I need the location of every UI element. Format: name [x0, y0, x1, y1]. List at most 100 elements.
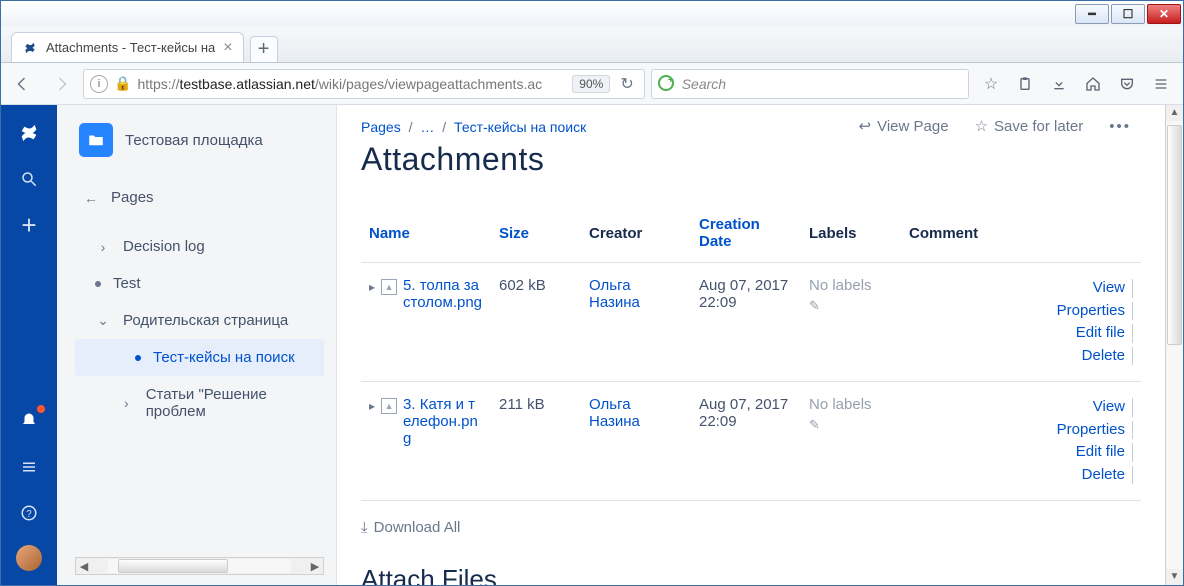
tree-item-articles[interactable]: › Статьи "Решение проблем [75, 376, 324, 430]
close-icon[interactable]: × [223, 39, 232, 57]
col-size[interactable]: Size [491, 204, 581, 263]
page-vscrollbar[interactable]: ▲ ▼ [1165, 105, 1183, 585]
attachments-table: Name Size Creator Creation Date Labels C… [361, 204, 1141, 501]
edit-labels-icon[interactable]: ✎ [809, 417, 820, 433]
sidebar: Тестовая площадка ← Pages › Decision log… [57, 105, 337, 585]
search-box[interactable]: + Search [651, 69, 969, 99]
download-icon: ⤓ [361, 519, 368, 536]
dot-icon [95, 281, 101, 287]
tree-item-test[interactable]: Test [75, 265, 324, 302]
tree-item-parent-page[interactable]: ⌄ Родительская страница [75, 302, 324, 339]
col-creator: Creator [581, 204, 691, 263]
no-labels: No labels [809, 277, 872, 294]
svg-text:?: ? [26, 509, 32, 520]
tree-item-decision-log[interactable]: › Decision log [75, 228, 324, 265]
breadcrumb-root[interactable]: Pages [361, 119, 401, 135]
hamburger-menu-icon[interactable] [1145, 69, 1177, 99]
file-link[interactable]: 3. Катя и телефон.png [403, 396, 483, 447]
rail-notifications-icon[interactable] [15, 407, 43, 435]
window-close-button[interactable]: ✕ [1147, 4, 1181, 24]
file-size: 602 kB [491, 263, 581, 382]
image-file-icon: ▲ [381, 279, 397, 295]
star-icon: ☆ [975, 117, 988, 135]
chevron-right-icon: › [119, 395, 134, 411]
url-text: https://testbase.atlassian.net/wiki/page… [137, 76, 566, 92]
page-title: Attachments [361, 141, 1141, 178]
action-properties[interactable]: Properties [909, 419, 1133, 442]
save-for-later-action[interactable]: ☆ Save for later [975, 117, 1084, 135]
pages-nav[interactable]: ← Pages [75, 179, 324, 216]
col-name[interactable]: Name [361, 204, 491, 263]
row-actions: View Properties Edit file Delete [901, 382, 1141, 501]
downloads-icon[interactable] [1043, 69, 1075, 99]
action-edit[interactable]: Edit file [909, 322, 1133, 345]
lock-icon: 🔒 [114, 75, 131, 92]
expand-icon[interactable]: ▸ [369, 396, 375, 413]
confluence-logo-icon[interactable] [15, 119, 43, 147]
image-file-icon: ▲ [381, 398, 397, 414]
clipboard-icon[interactable] [1009, 69, 1041, 99]
chevron-down-icon: ⌄ [95, 312, 111, 329]
browser-tab[interactable]: Attachments - Тест-кейсы на × [11, 32, 244, 62]
col-date[interactable]: Creation Date [691, 204, 801, 263]
attach-files-heading: Attach Files [361, 564, 1141, 585]
col-labels: Labels [801, 204, 901, 263]
file-date: Aug 07, 2017 22:09 [691, 263, 801, 382]
more-actions[interactable]: ••• [1109, 118, 1131, 135]
dot-icon [135, 355, 141, 361]
space-header[interactable]: Тестовая площадка [75, 123, 324, 157]
rail-search-icon[interactable] [15, 165, 43, 193]
download-all[interactable]: ⤓ Download All [361, 519, 1141, 536]
tree-item-test-cases[interactable]: Тест-кейсы на поиск [75, 339, 324, 376]
table-row: ▸ ▲ 3. Катя и телефон.png 211 kB Ольга Н… [361, 382, 1141, 501]
chevron-right-icon: › [95, 239, 111, 255]
breadcrumb-current[interactable]: Тест-кейсы на поиск [454, 119, 586, 135]
zoom-badge[interactable]: 90% [572, 75, 610, 93]
row-actions: View Properties Edit file Delete [901, 263, 1141, 382]
expand-icon[interactable]: ▸ [369, 277, 375, 294]
action-properties[interactable]: Properties [909, 300, 1133, 323]
view-page-action[interactable]: ↩ View Page [859, 117, 949, 135]
window-maximize-button[interactable]: ☐ [1111, 4, 1145, 24]
rail-avatar[interactable] [16, 545, 42, 571]
search-placeholder: Search [682, 76, 726, 92]
action-delete[interactable]: Delete [909, 464, 1133, 487]
confluence-icon [22, 40, 38, 56]
action-view[interactable]: View [909, 396, 1133, 419]
browser-tabstrip: Attachments - Тест-кейсы на × + [1, 27, 1183, 63]
space-name: Тестовая площадка [125, 132, 263, 149]
action-view[interactable]: View [909, 277, 1133, 300]
forward-button[interactable] [45, 69, 77, 99]
breadcrumb-ellipsis[interactable]: … [420, 119, 434, 135]
confluence-rail: + ? [1, 105, 57, 585]
rail-help-icon[interactable]: ? [15, 499, 43, 527]
action-edit[interactable]: Edit file [909, 441, 1133, 464]
home-icon[interactable] [1077, 69, 1109, 99]
action-delete[interactable]: Delete [909, 345, 1133, 368]
new-tab-button[interactable]: + [250, 36, 278, 62]
search-icon: + [658, 75, 674, 91]
no-labels: No labels [809, 396, 872, 413]
edit-labels-icon[interactable]: ✎ [809, 298, 820, 314]
rail-menu-icon[interactable] [15, 453, 43, 481]
tab-title: Attachments - Тест-кейсы на [46, 40, 215, 55]
back-button[interactable] [7, 69, 39, 99]
return-icon: ↩ [859, 117, 872, 135]
address-bar[interactable]: i 🔒 https://testbase.atlassian.net/wiki/… [83, 69, 645, 99]
bookmark-star-icon[interactable]: ☆ [975, 69, 1007, 99]
creator-link[interactable]: Ольга Назина [589, 277, 640, 311]
browser-toolbar: i 🔒 https://testbase.atlassian.net/wiki/… [1, 63, 1183, 105]
main-content: ↩ View Page ☆ Save for later ••• Pages /… [337, 105, 1165, 585]
file-date: Aug 07, 2017 22:09 [691, 382, 801, 501]
sidebar-hscrollbar[interactable]: ◀▶ [75, 557, 324, 575]
file-link[interactable]: 5. толпа за столом.png [403, 277, 483, 311]
site-info-icon[interactable]: i [90, 75, 108, 93]
col-comment: Comment [901, 204, 1141, 263]
window-minimize-button[interactable]: ━ [1075, 4, 1109, 24]
folder-icon [79, 123, 113, 157]
back-arrow-icon: ← [83, 190, 99, 206]
rail-create-icon[interactable]: + [15, 211, 43, 239]
pocket-icon[interactable] [1111, 69, 1143, 99]
reload-icon[interactable]: ↻ [616, 74, 637, 94]
creator-link[interactable]: Ольга Назина [589, 396, 640, 430]
